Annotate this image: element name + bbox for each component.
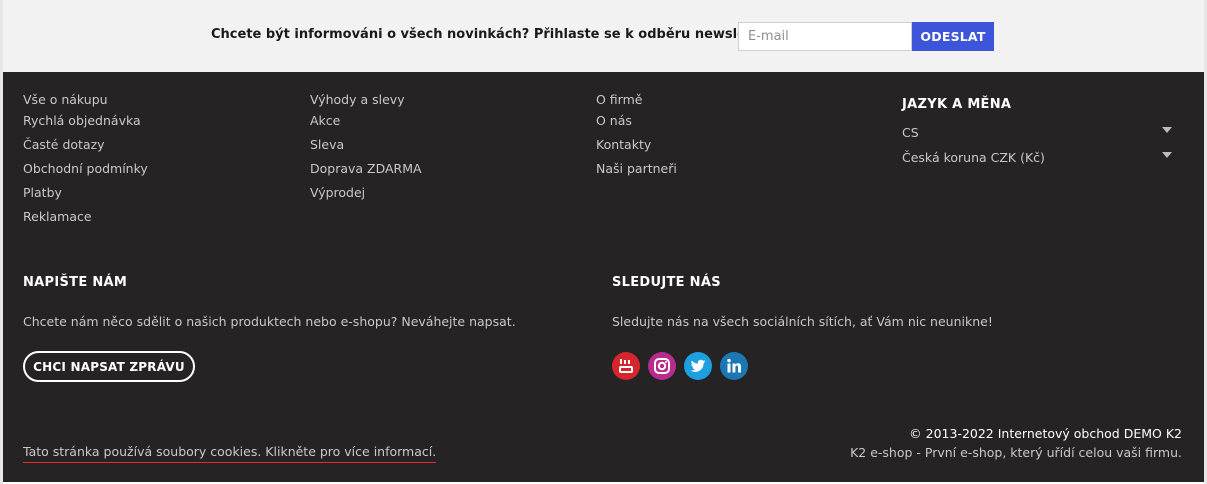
language-select[interactable]: CS	[902, 122, 1172, 142]
footer-link[interactable]: Reklamace	[23, 209, 148, 233]
newsletter-submit-button[interactable]: ODESLAT	[912, 22, 994, 51]
copyright-text: © 2013-2022 Internetový obchod DEMO K2	[909, 426, 1182, 441]
footer-link[interactable]: Časté dotazy	[23, 137, 148, 161]
write-us-title: NAPIŠTE NÁM	[23, 275, 128, 290]
footer-link[interactable]: Kontakty	[596, 137, 677, 161]
follow-us-text: Sledujte nás na všech sociálních sítích,…	[612, 314, 993, 329]
language-currency-title: JAZYK A MĚNA	[902, 97, 1012, 112]
cookie-info-link[interactable]: Tato stránka používá soubory cookies. Kl…	[23, 444, 437, 463]
footer-link[interactable]: Vše o nákupu	[23, 92, 148, 113]
footer-link[interactable]: Výprodej	[310, 185, 422, 209]
site-footer: Vše o nákupu Rychlá objednávka Časté dot…	[3, 72, 1204, 482]
newsletter-email-input[interactable]	[738, 22, 912, 51]
footer-link[interactable]: O firmě	[596, 92, 677, 113]
linkedin-icon[interactable]	[720, 352, 748, 380]
instagram-icon[interactable]	[648, 352, 676, 380]
footer-link[interactable]: Sleva	[310, 137, 422, 161]
newsletter-bar: Chcete být informováni o všech novinkách…	[0, 0, 1207, 72]
newsletter-text: Chcete být informováni o všech novinkách…	[211, 27, 788, 42]
currency-select[interactable]: Česká koruna CZK (Kč)	[902, 147, 1172, 167]
write-message-button[interactable]: CHCI NAPSAT ZPRÁVU	[23, 351, 195, 382]
twitter-icon[interactable]	[684, 352, 712, 380]
footer-link[interactable]: Výhody a slevy	[310, 92, 422, 113]
k2-tagline: K2 e-shop - První e-shop, který uřídí ce…	[850, 445, 1182, 460]
chevron-down-icon	[1162, 152, 1172, 158]
footer-link[interactable]: O nás	[596, 113, 677, 137]
follow-us-title: SLEDUJTE NÁS	[612, 275, 721, 290]
page: Chcete být informováni o všech novinkách…	[0, 0, 1207, 484]
footer-link[interactable]: Platby	[23, 185, 148, 209]
footer-links-shopping: Vše o nákupu Rychlá objednávka Časté dot…	[23, 92, 148, 233]
footer-link[interactable]: Akce	[310, 113, 422, 137]
footer-link[interactable]: Doprava ZDARMA	[310, 161, 422, 185]
chevron-down-icon	[1162, 127, 1172, 133]
footer-link[interactable]: Rychlá objednávka	[23, 113, 148, 137]
language-select-value: CS	[902, 125, 919, 140]
footer-links-company: O firmě O nás Kontakty Naši partneři	[596, 92, 677, 185]
write-us-text: Chcete nám něco sdělit o našich produkte…	[23, 314, 516, 329]
footer-links-benefits: Výhody a slevy Akce Sleva Doprava ZDARMA…	[310, 92, 422, 209]
youtube-icon[interactable]	[612, 352, 640, 380]
footer-link[interactable]: Naši partneři	[596, 161, 677, 185]
currency-select-value: Česká koruna CZK (Kč)	[902, 150, 1045, 165]
footer-link[interactable]: Obchodní podmínky	[23, 161, 148, 185]
